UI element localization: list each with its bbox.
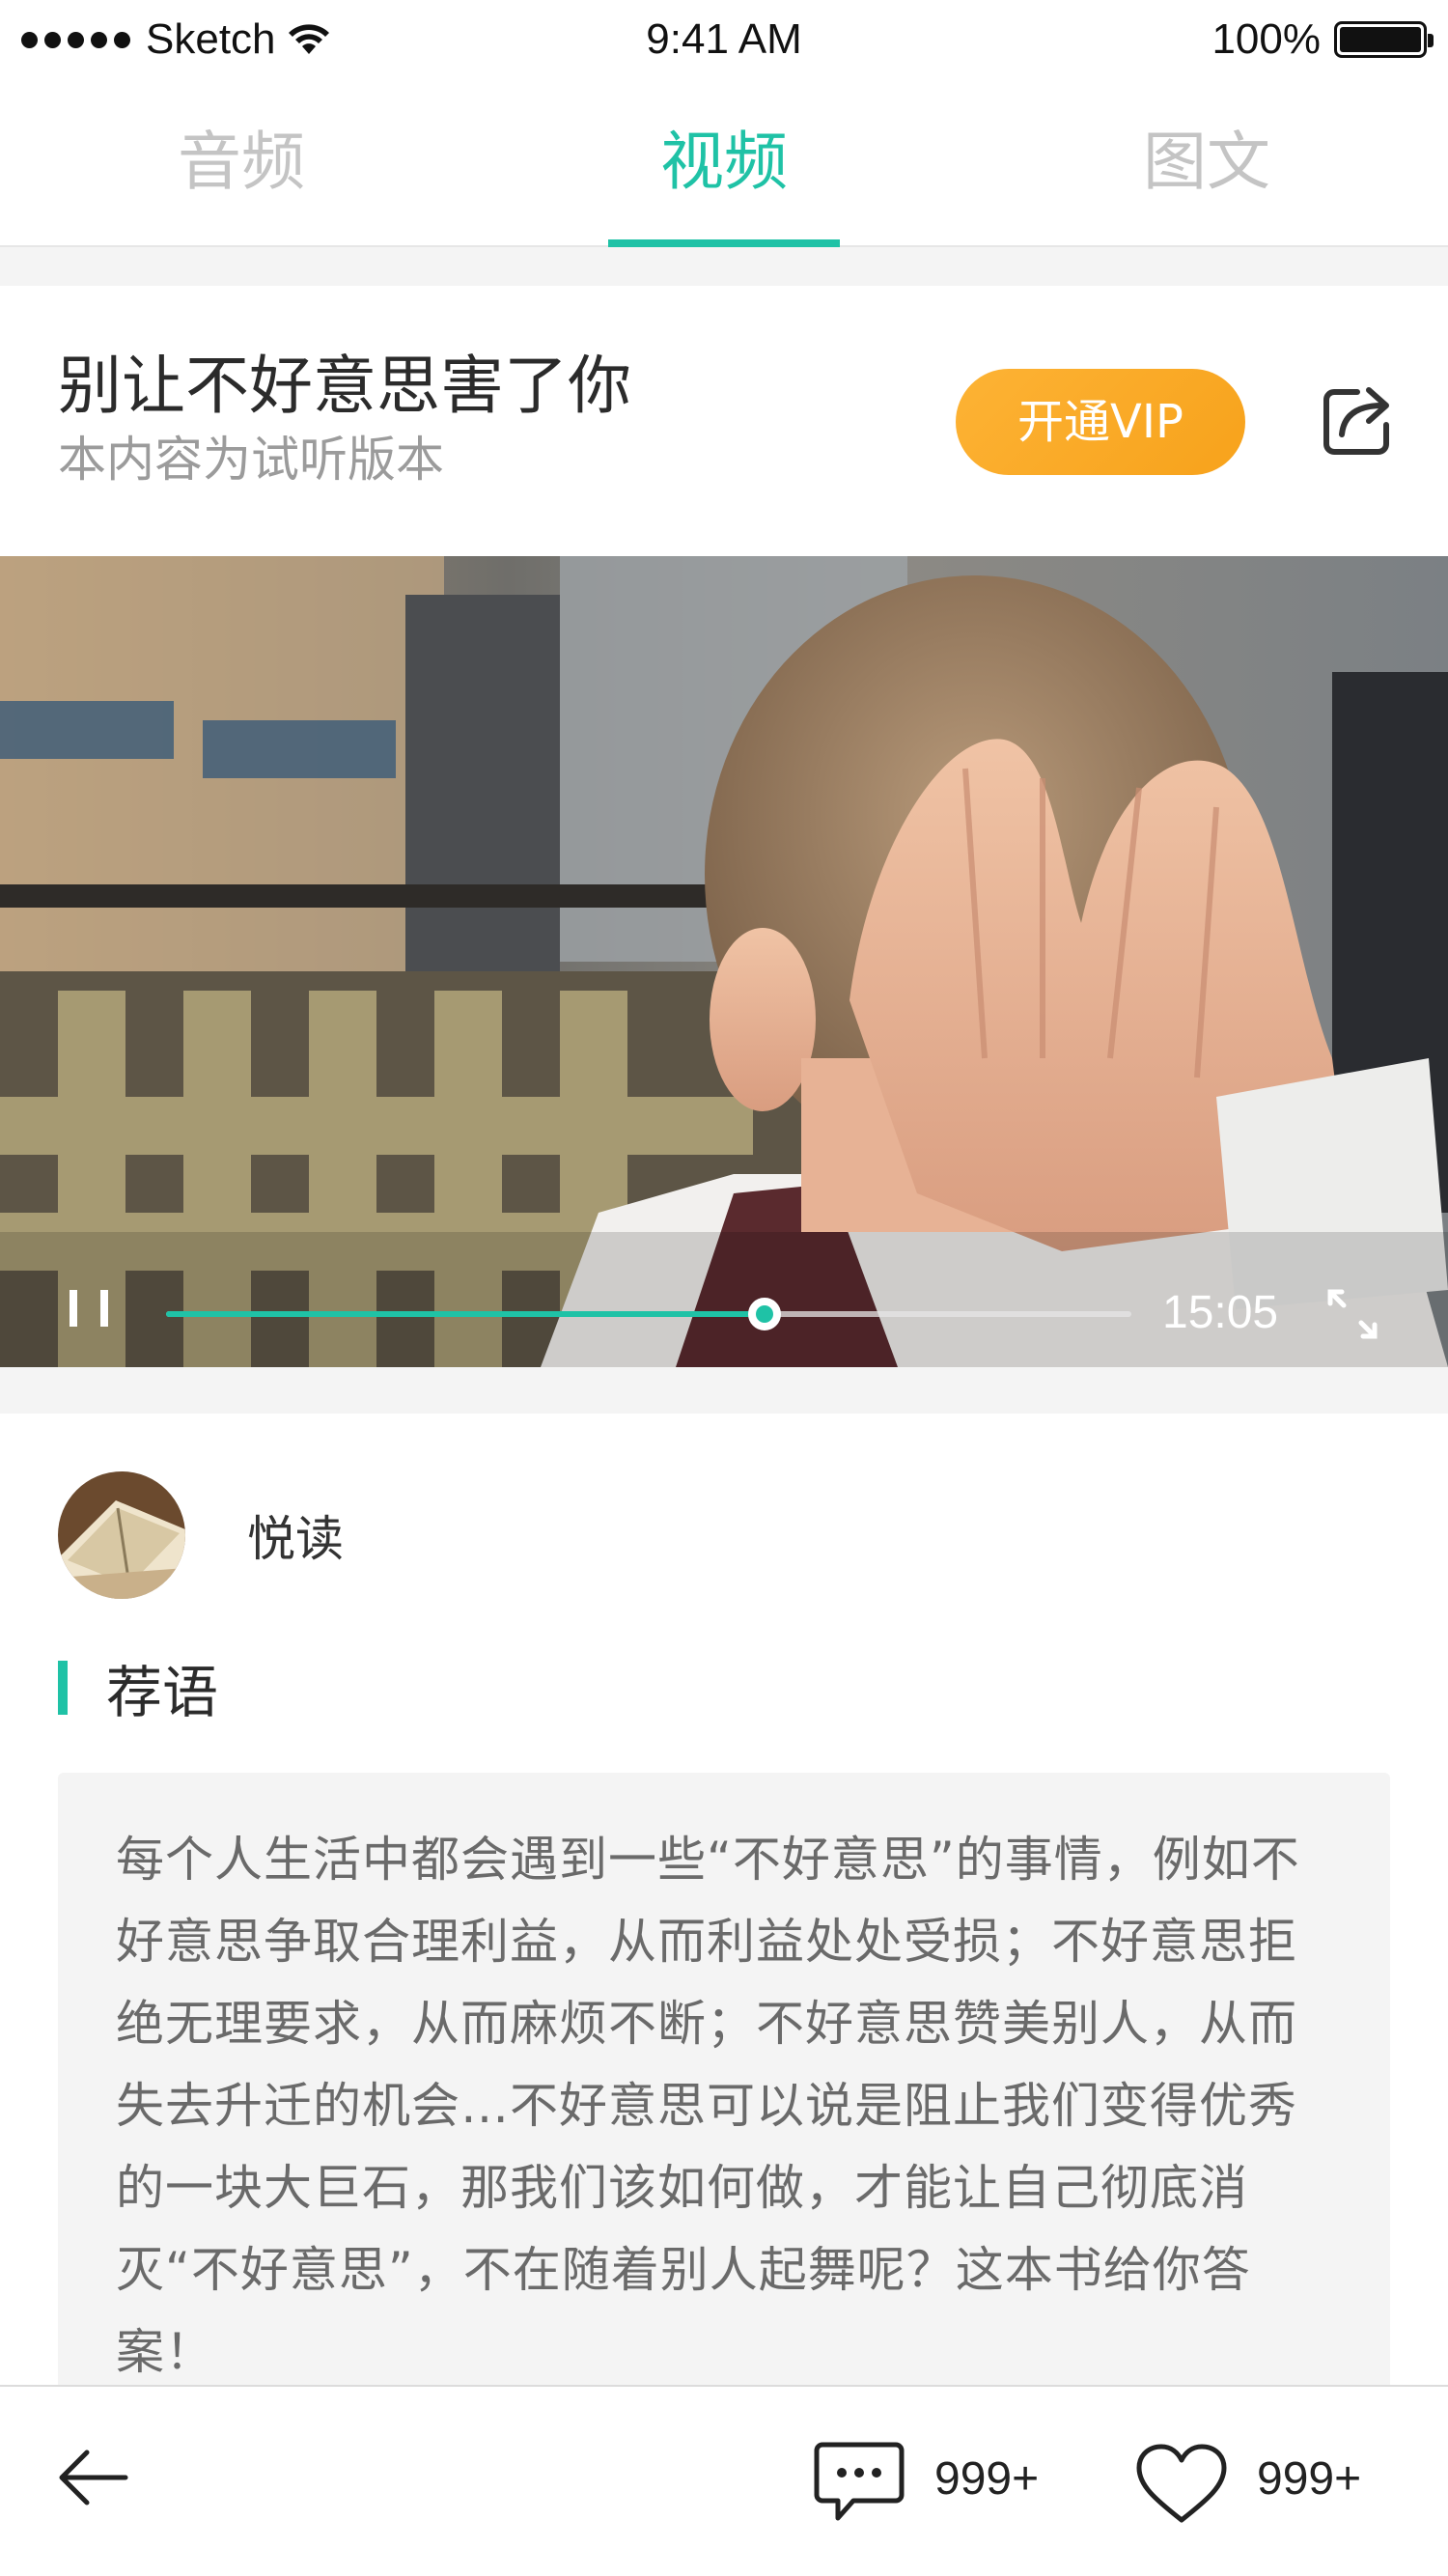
share-icon[interactable] xyxy=(1319,382,1396,460)
back-arrow-icon[interactable] xyxy=(58,2449,129,2506)
tab-article[interactable]: 图文 xyxy=(965,97,1448,245)
heart-icon[interactable] xyxy=(1135,2443,1228,2526)
trial-notice: 本内容为试听版本 xyxy=(58,432,444,488)
video-frame-image xyxy=(0,556,1448,1367)
comment-icon[interactable] xyxy=(813,2441,905,2524)
progress-fill xyxy=(166,1311,765,1317)
video-player[interactable]: 15:05 xyxy=(0,556,1448,1367)
book-avatar[interactable] xyxy=(58,1471,185,1599)
pause-icon[interactable] xyxy=(68,1284,112,1332)
media-tabs: 音频 视频 图文 xyxy=(0,97,1448,247)
progress-knob[interactable] xyxy=(748,1298,781,1330)
player-controls: 15:05 xyxy=(0,1251,1448,1367)
page-title: 别让不好意思害了你 xyxy=(58,349,631,423)
content-header: 别让不好意思害了你 本内容为试听版本 开通VIP xyxy=(0,286,1448,558)
active-tab-indicator xyxy=(608,239,840,247)
section-title: 荐语 xyxy=(106,1660,219,1725)
recommendation-text: 每个人生活中都会遇到一些“不好意思”的事情，例如不好意思争取合理利益，从而利益处… xyxy=(116,1832,1300,2380)
tab-video-label: 视频 xyxy=(660,125,788,199)
progress-bar[interactable] xyxy=(166,1298,1131,1330)
tab-video[interactable]: 视频 xyxy=(483,97,965,247)
bottom-toolbar: 999+ 999+ xyxy=(0,2385,1448,2576)
tab-audio[interactable]: 音频 xyxy=(0,97,483,245)
author-name: 悦读 xyxy=(247,1511,344,1567)
tab-audio-label: 音频 xyxy=(178,125,305,199)
section-heading: 荐语 xyxy=(58,1659,218,1725)
status-bar: Sketch 9:41 AM 100% xyxy=(0,0,1448,79)
open-vip-button[interactable]: 开通VIP xyxy=(956,369,1245,475)
author-row[interactable]: 悦读 xyxy=(58,1471,344,1599)
video-duration: 15:05 xyxy=(1162,1287,1279,1338)
comment-count: 999+ xyxy=(934,2453,1040,2505)
section-accent-bar xyxy=(58,1661,68,1715)
divider xyxy=(0,1367,1448,1414)
page: Sketch 9:41 AM 100% 音频 视频 图文 别让不好意思害了你 本… xyxy=(0,0,1448,2576)
tab-article-label: 图文 xyxy=(1143,125,1270,199)
divider xyxy=(0,247,1448,286)
fullscreen-icon[interactable] xyxy=(1326,1288,1378,1340)
recommendation-box: 每个人生活中都会遇到一些“不好意思”的事情，例如不好意思争取合理利益，从而利益处… xyxy=(58,1773,1390,2391)
battery-icon xyxy=(1334,21,1434,58)
battery-percent: 100% xyxy=(1211,15,1321,63)
status-right: 100% xyxy=(1211,14,1434,66)
like-count: 999+ xyxy=(1257,2453,1362,2505)
